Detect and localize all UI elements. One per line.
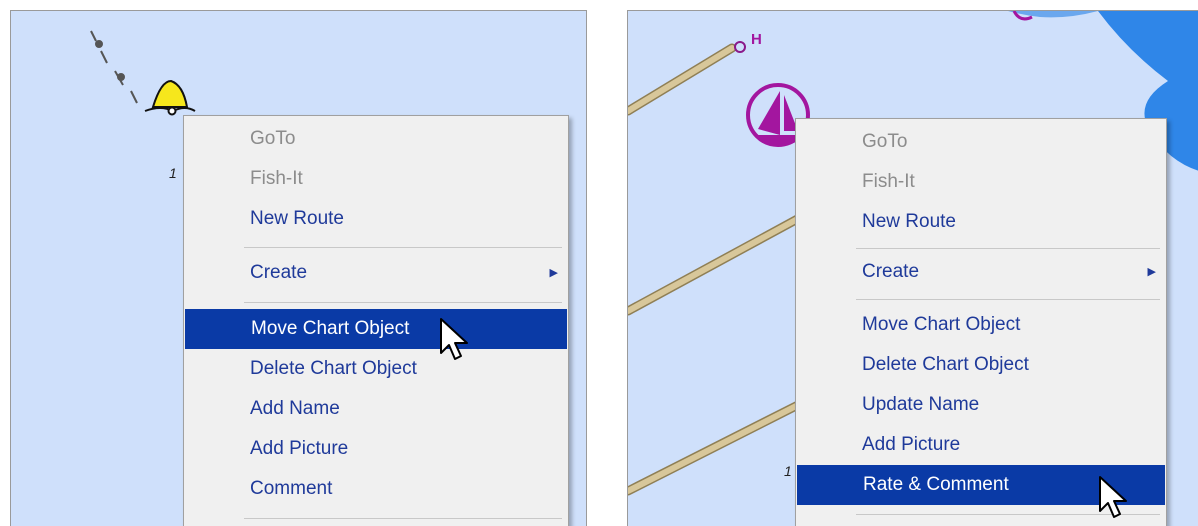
menu-item-add-picture[interactable]: Add Picture [184, 429, 568, 469]
menu-item-goto[interactable]: GoTo [796, 122, 1166, 162]
menu-separator [244, 302, 562, 303]
menu-item-label: Add Name [250, 398, 340, 419]
chart-view-right[interactable]: H 1 GoTo Fish-It New Route Create ▶ Move… [627, 10, 1198, 526]
menu-item-label: Move Chart Object [251, 318, 410, 339]
chart-view-left[interactable]: 1 GoTo Fish-It New Route Create ▶ Move C… [10, 10, 587, 526]
menu-item-label: Rate & Comment [863, 474, 1009, 495]
depth-sounding-label: 1 [169, 165, 177, 181]
menu-item-label: Move Chart Object [862, 314, 1021, 335]
menu-separator [244, 247, 562, 248]
mooring-point-icon[interactable] [734, 41, 746, 53]
menu-separator [856, 248, 1160, 249]
buoy-guide-line [90, 30, 138, 104]
menu-item-label: Comment [250, 478, 333, 499]
menu-item-add-picture[interactable]: Add Picture [796, 425, 1166, 465]
menu-item-create[interactable]: Create ▶ [184, 253, 568, 293]
mouse-pointer-icon [1099, 476, 1127, 518]
submenu-arrow-icon: ▶ [1147, 266, 1156, 278]
menu-item-new-route[interactable]: New Route [796, 202, 1166, 242]
menu-item-goto[interactable]: GoTo [184, 119, 568, 159]
menu-item-label: Add Picture [862, 434, 961, 455]
menu-item-create[interactable]: Create ▶ [796, 252, 1166, 292]
menu-item-label: Fish-It [862, 171, 915, 192]
menu-item-label: GoTo [862, 131, 908, 152]
menu-item-fish-it[interactable]: Fish-It [796, 162, 1166, 202]
submenu-arrow-icon: ▶ [549, 267, 558, 279]
menu-item-label: GoTo [250, 128, 296, 149]
yellow-buoy-icon[interactable] [144, 79, 196, 116]
menu-item-label: Update Name [862, 394, 980, 415]
depth-sounding-label: 1 [784, 463, 792, 479]
menu-item-move-chart-object[interactable]: Move Chart Object [796, 305, 1166, 345]
menu-item-label: Create [862, 261, 920, 282]
menu-item-label: Add Picture [250, 438, 349, 459]
deep-water-area-strip [1008, 11, 1098, 18]
mouse-pointer-icon [440, 318, 468, 360]
context-menu-right: GoTo Fish-It New Route Create ▶ Move Cha… [795, 118, 1167, 526]
menu-item-comment[interactable]: Comment [184, 469, 568, 509]
menu-item-label: New Route [862, 211, 956, 232]
menu-item-move-chart-object[interactable]: Move Chart Object [185, 309, 567, 349]
menu-item-label: Fish-It [250, 168, 303, 189]
menu-item-delete-chart-object[interactable]: Delete Chart Object [796, 345, 1166, 385]
menu-item-label: Delete Chart Object [862, 354, 1029, 375]
menu-item-delete-chart-object[interactable]: Delete Chart Object [184, 349, 568, 389]
menu-item-label: Delete Chart Object [250, 358, 417, 379]
menu-item-new-route[interactable]: New Route [184, 199, 568, 239]
menu-item-fish-it[interactable]: Fish-It [184, 159, 568, 199]
menu-item-add-name[interactable]: Add Name [184, 389, 568, 429]
menu-separator [856, 299, 1160, 300]
menu-separator [244, 518, 562, 519]
menu-item-update-name[interactable]: Update Name [796, 385, 1166, 425]
marker-label: H [751, 31, 762, 48]
context-menu-left: GoTo Fish-It New Route Create ▶ Move Cha… [183, 115, 569, 526]
menu-item-label: New Route [250, 208, 344, 229]
menu-item-label: Create [250, 262, 308, 283]
